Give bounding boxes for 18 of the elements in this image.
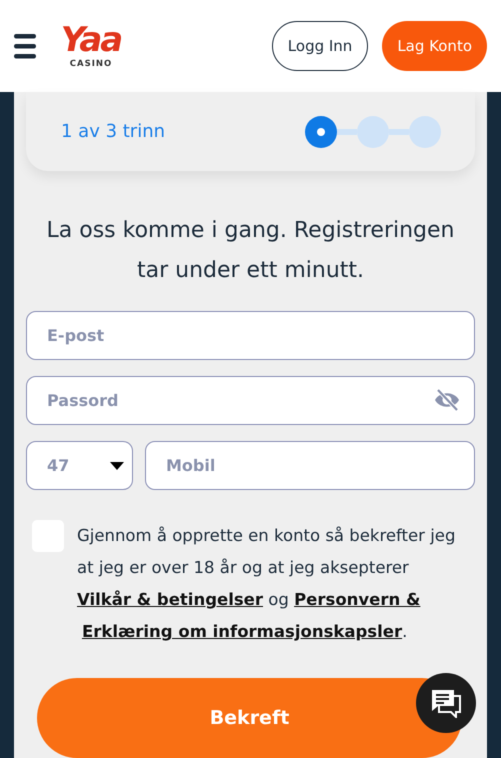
caret-icon	[110, 462, 124, 470]
menu-icon[interactable]	[14, 33, 36, 59]
step-label: 1 av 3 trinn	[61, 121, 166, 142]
terms-link[interactable]: Erklæring om informasjonskapsler	[82, 616, 402, 648]
step-connector	[389, 128, 409, 135]
step-connector	[337, 128, 357, 135]
password-field[interactable]: Passord	[26, 376, 475, 426]
logo-tagline: CASINO	[70, 59, 112, 69]
consent-text: Gjennom å opprette en konto så bekrefter jeg at jeg er over 18 år og at jeg aksepterer Vilkår & betingelser og Personvern & Erklæring om informasjonskapsler.	[77, 520, 475, 648]
mobile-field[interactable]: Mobil	[145, 441, 475, 490]
email-field[interactable]: E-post	[26, 311, 475, 360]
eye-off-icon[interactable]	[433, 388, 461, 412]
form-heading: La oss komme i gang. Registreringen tar under ett minutt.	[46, 217, 456, 286]
terms-link[interactable]: Vilkår & betingelser	[77, 590, 264, 610]
terms-link[interactable]: Personvern &	[294, 590, 420, 610]
login-button[interactable]: Logg Inn	[272, 21, 368, 71]
chat-icon	[430, 688, 462, 718]
logo-wordmark[interactable]: Yaa	[60, 23, 122, 57]
